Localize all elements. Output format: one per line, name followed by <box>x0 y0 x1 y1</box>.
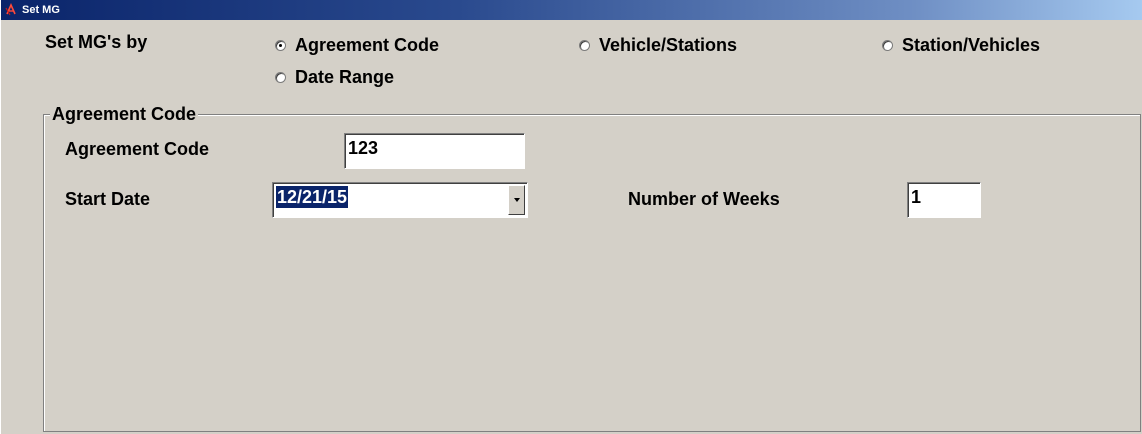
radio-label: Vehicle/Stations <box>599 35 738 55</box>
radio-label: Date Range <box>295 67 395 87</box>
radio-indicator <box>275 71 286 83</box>
radio-agreement-code[interactable]: Agreement Code <box>275 34 439 56</box>
radio-label: Agreement Code <box>295 35 440 55</box>
weeks-input[interactable]: 1 <box>907 182 981 218</box>
radio-date-range[interactable]: Date Range <box>275 66 394 88</box>
radio-indicator <box>275 39 286 51</box>
weeks-label: Number of Weeks <box>628 189 780 209</box>
chevron-down-icon <box>513 198 520 202</box>
radio-station-vehicles[interactable]: Station/Vehicles <box>882 34 1040 56</box>
start-date-value: 12/21/15 <box>276 186 349 208</box>
radio-vehicle-stations[interactable]: Vehicle/Stations <box>579 34 737 56</box>
agreement-code-group <box>43 114 1141 432</box>
dropdown-button[interactable] <box>508 185 525 215</box>
window-title: Set MG <box>22 4 60 16</box>
radio-indicator <box>882 39 893 51</box>
agreement-code-input[interactable]: 123 <box>344 133 525 169</box>
title-bar[interactable]: Set MG <box>1 0 1142 20</box>
start-date-label: Start Date <box>65 189 151 209</box>
radio-indicator <box>579 39 590 51</box>
app-icon <box>5 3 16 16</box>
start-date-combo[interactable]: 12/21/15 <box>272 182 528 218</box>
set-mg-window: Set MG Set MG's by Agreement Code Vehicl… <box>0 0 1142 434</box>
group-title: Agreement Code <box>50 103 199 125</box>
agreement-code-label: Agreement Code <box>65 139 210 159</box>
radio-label: Station/Vehicles <box>902 35 1041 55</box>
set-by-label: Set MG's by <box>45 32 148 52</box>
